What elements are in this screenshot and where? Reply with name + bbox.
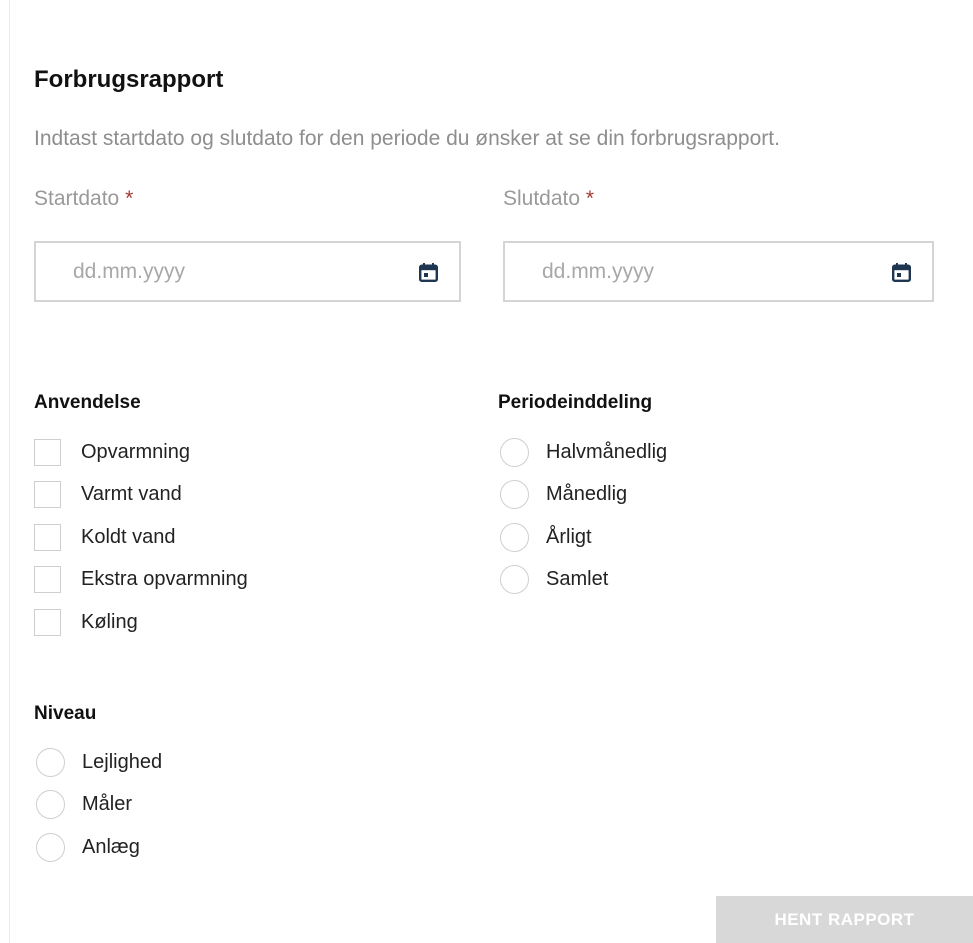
end-date-placeholder: dd.mm.yyyy [542, 260, 655, 283]
radio-label: Halvmånedlig [546, 440, 668, 463]
start-date-placeholder: dd.mm.yyyy [73, 260, 186, 283]
required-marker: * [125, 187, 134, 210]
radio-button[interactable] [36, 789, 65, 819]
radio-label: Årligt [546, 525, 592, 548]
page-title: Forbrugsrapport [34, 66, 224, 93]
hent-rapport-button[interactable]: HENT RAPPORT [716, 896, 973, 943]
radio-label: Måler [82, 792, 133, 815]
radio-manedlig[interactable]: Månedlig [500, 479, 627, 509]
radio-button[interactable] [500, 437, 529, 467]
checkbox-label: Varmt vand [81, 482, 182, 505]
radio-lejlighed[interactable]: Lejlighed [36, 747, 162, 777]
required-marker: * [585, 187, 595, 210]
anvendelse-heading: Anvendelse [34, 392, 141, 413]
radio-button[interactable] [500, 564, 529, 594]
radio-button[interactable] [500, 479, 529, 509]
checkbox[interactable] [34, 608, 61, 636]
radio-maler[interactable]: Måler [36, 789, 132, 819]
radio-halvmanedlig[interactable]: Halvmånedlig [500, 437, 667, 467]
checkbox-ekstra-opvarmning[interactable]: Ekstra opvarmning [34, 564, 248, 594]
checkbox[interactable] [34, 523, 61, 551]
checkbox-label: Ekstra opvarmning [81, 567, 248, 590]
radio-button[interactable] [36, 832, 65, 862]
checkbox[interactable] [34, 438, 61, 466]
radio-label: Samlet [546, 567, 609, 590]
radio-button[interactable] [500, 522, 529, 552]
start-date-label-text: Startdato [34, 187, 120, 210]
radio-samlet[interactable]: Samlet [500, 564, 608, 594]
checkbox[interactable] [34, 480, 61, 508]
niveau-heading: Niveau [34, 703, 97, 724]
checkbox-label: Opvarmning [81, 440, 190, 463]
page-description: Indtast startdato og slutdato for den pe… [34, 127, 780, 150]
radio-label: Lejlighed [82, 750, 163, 773]
checkbox-label: Koldt vand [81, 525, 176, 548]
end-date-input[interactable]: dd.mm.yyyy [503, 241, 934, 302]
checkbox-koling[interactable]: Køling [34, 607, 138, 637]
calendar-icon[interactable] [419, 263, 438, 282]
radio-anlaeg[interactable]: Anlæg [36, 832, 140, 862]
start-date-label: Startdato * [34, 187, 133, 211]
radio-label: Anlæg [82, 835, 140, 858]
calendar-icon[interactable] [892, 263, 911, 282]
checkbox-opvarmning[interactable]: Opvarmning [34, 437, 190, 467]
end-date-label-text: Slutdato [503, 187, 581, 210]
start-date-input[interactable]: dd.mm.yyyy [34, 241, 461, 302]
end-date-label: Slutdato * [503, 187, 594, 211]
radio-arligt[interactable]: Årligt [500, 522, 592, 552]
radio-label: Månedlig [546, 482, 628, 505]
page-divider [9, 0, 10, 943]
periodeinddeling-heading: Periodeinddeling [498, 392, 653, 413]
checkbox-koldt-vand[interactable]: Koldt vand [34, 522, 176, 552]
radio-button[interactable] [36, 747, 65, 777]
checkbox-label: Køling [81, 610, 138, 633]
checkbox-varmt-vand[interactable]: Varmt vand [34, 479, 182, 509]
checkbox[interactable] [34, 565, 61, 593]
